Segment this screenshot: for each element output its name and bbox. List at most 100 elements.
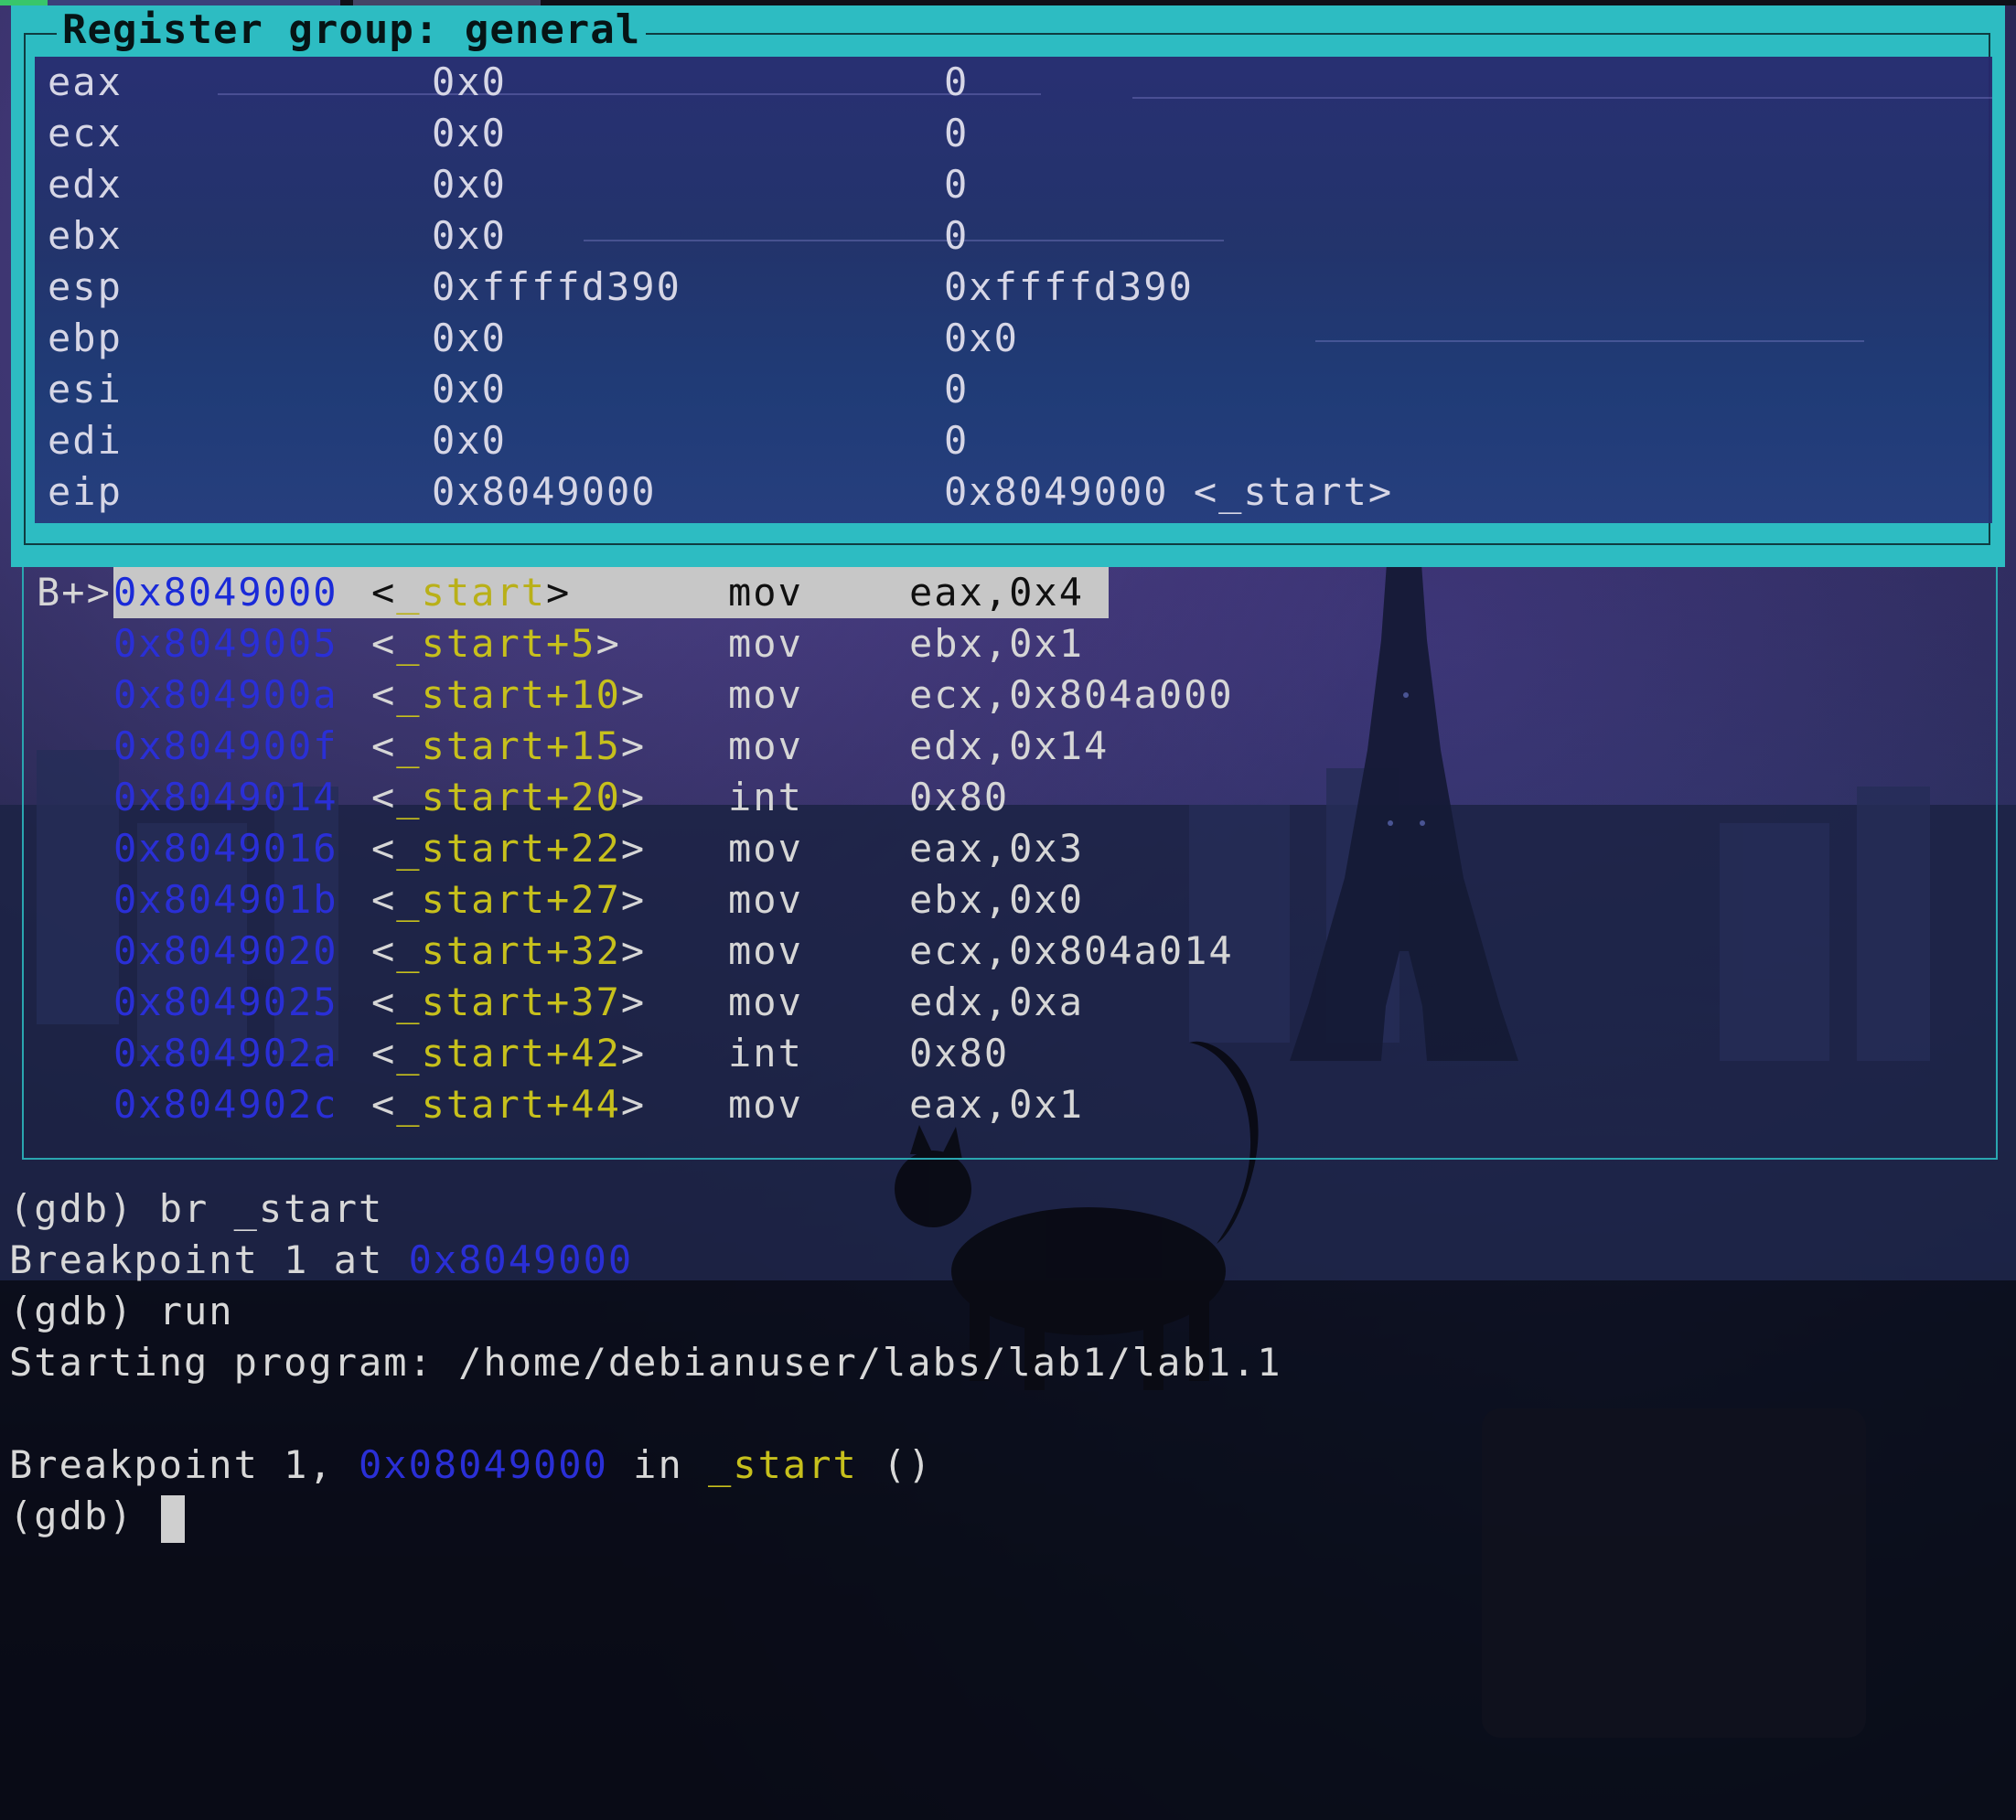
instruction-row[interactable]: 0x8049016 <_start+22> mov eax,0x3 xyxy=(24,823,1996,874)
angle-bracket: < xyxy=(371,672,397,717)
register-hex-value: 0x8049000 xyxy=(432,469,657,514)
assembly-window[interactable]: B+> 0x8049000 <_start> mov eax,0x4 0x8049005 <… xyxy=(22,567,1998,1160)
register-hex-value: 0x0 xyxy=(432,418,507,463)
instruction-address: 0x8049005 xyxy=(113,621,338,666)
instruction-row[interactable]: 0x8049025 <_start+37> mov edx,0xa xyxy=(24,977,1996,1028)
symbol-name: _start+37 xyxy=(396,980,621,1024)
instruction-operands: eax,0x3 xyxy=(909,826,1085,871)
register-row-eip: eip 0x8049000 0x8049000 <_start> xyxy=(35,466,1992,518)
console-text: in xyxy=(607,1442,709,1487)
angle-bracket: > xyxy=(620,928,647,973)
symbol-offset: <_start+42> xyxy=(371,1028,646,1079)
current-instruction-row[interactable]: B+> 0x8049000 <_start> mov eax,0x4 xyxy=(24,567,1996,618)
instruction-row[interactable]: 0x804900f <_start+15> mov edx,0x14 xyxy=(24,721,1996,772)
gdb-console[interactable]: (gdb) br _start Breakpoint 1 at 0x804900… xyxy=(0,1183,2016,1543)
instruction-address: 0x8049016 xyxy=(113,826,338,871)
register-row-esp: esp 0xffffd390 0xffffd390 xyxy=(35,262,1992,313)
instruction-address: 0x8049014 xyxy=(113,775,338,819)
angle-bracket: < xyxy=(371,826,397,871)
register-window: Register group: general eax 0x0 0 ecx 0x0 0 ed… xyxy=(11,5,2005,567)
register-name: edi xyxy=(48,418,123,463)
instruction-row[interactable]: 0x8049005 <_start+5> mov ebx,0x1 xyxy=(24,618,1996,669)
register-row-esi: esi 0x0 0 xyxy=(35,364,1992,415)
angle-bracket: < xyxy=(371,570,397,615)
instruction-address: 0x804901b xyxy=(113,877,338,922)
instruction-mnemonic: int xyxy=(728,1031,803,1076)
instruction-mnemonic: mov xyxy=(728,1082,803,1127)
console-text: Breakpoint 1, xyxy=(9,1442,359,1487)
symbol-offset: <_start+5> xyxy=(371,618,621,669)
angle-bracket: > xyxy=(546,570,572,615)
console-line: Breakpoint 1, 0x08049000 in _start () xyxy=(0,1440,2016,1491)
register-window-title: Register group: general xyxy=(57,9,647,51)
console-text: Starting program: /home/debianuser/labs/… xyxy=(9,1340,1282,1385)
register-name: ebx xyxy=(48,213,123,258)
angle-bracket: < xyxy=(371,775,397,819)
register-name: edx xyxy=(48,162,123,207)
symbol-name: _start+32 xyxy=(396,928,621,973)
instruction-address: 0x8049025 xyxy=(113,980,338,1024)
symbol-name: _start+5 xyxy=(396,621,596,666)
console-text: () xyxy=(857,1442,933,1487)
register-name: esi xyxy=(48,367,123,412)
register-list[interactable]: eax 0x0 0 ecx 0x0 0 edx 0x0 0 ebx 0x0 0 esp 0xffffd39… xyxy=(35,57,1992,523)
angle-bracket: > xyxy=(595,621,621,666)
gdb-prompt: (gdb) xyxy=(9,1493,159,1538)
register-row-edi: edi 0x0 0 xyxy=(35,415,1992,466)
instruction-row[interactable]: 0x804902c <_start+44> mov eax,0x1 xyxy=(24,1079,1996,1130)
register-natural-value: 0x8049000 <_start> xyxy=(944,469,1394,514)
instruction-mnemonic: mov xyxy=(728,928,803,973)
instruction-operands: 0x80 xyxy=(909,1031,1010,1076)
symbol-offset: <_start+27> xyxy=(371,874,646,926)
register-natural-value: 0 xyxy=(944,213,970,258)
register-natural-value: 0 xyxy=(944,367,970,412)
register-hex-value: 0x0 xyxy=(432,316,507,360)
instruction-mnemonic: mov xyxy=(728,980,803,1024)
angle-bracket: < xyxy=(371,928,397,973)
instruction-address: 0x804900f xyxy=(113,723,338,768)
symbol-offset: <_start+20> xyxy=(371,772,646,823)
register-name: esp xyxy=(48,264,123,309)
console-line: Starting program: /home/debianuser/labs/… xyxy=(0,1337,2016,1388)
console-prompt-line[interactable]: (gdb) xyxy=(0,1491,2016,1543)
angle-bracket: > xyxy=(620,723,647,768)
console-text: (gdb) run xyxy=(9,1289,234,1333)
instruction-operands: edx,0xa xyxy=(909,980,1085,1024)
register-row-eax: eax 0x0 0 xyxy=(35,57,1992,108)
register-natural-value: 0 xyxy=(944,59,970,104)
register-natural-value: 0 xyxy=(944,162,970,207)
instruction-address: 0x804902a xyxy=(113,1031,338,1076)
instruction-row[interactable]: 0x804900a <_start+10> mov ecx,0x804a000 xyxy=(24,669,1996,721)
instruction-operands: edx,0x14 xyxy=(909,723,1110,768)
instruction-address: 0x8049000 xyxy=(113,570,338,615)
symbol-name: _start xyxy=(396,570,547,615)
angle-bracket: < xyxy=(371,723,397,768)
instruction-row[interactable]: 0x804902a <_start+42> int 0x80 xyxy=(24,1028,1996,1079)
instruction-mnemonic: mov xyxy=(728,826,803,871)
instruction-row[interactable]: 0x804901b <_start+27> mov ebx,0x0 xyxy=(24,874,1996,926)
register-natural-value: 0xffffd390 xyxy=(944,264,1194,309)
instruction-row[interactable]: 0x8049020 <_start+32> mov ecx,0x804a014 xyxy=(24,926,1996,977)
stop-address: 0x08049000 xyxy=(359,1442,608,1487)
instruction-mnemonic: mov xyxy=(728,877,803,922)
instruction-mnemonic: mov xyxy=(728,723,803,768)
instruction-row[interactable]: 0x8049014 <_start+20> int 0x80 xyxy=(24,772,1996,823)
symbol-name: _start+10 xyxy=(396,672,621,717)
angle-bracket: > xyxy=(620,877,647,922)
breakpoint-marker[interactable]: B+> xyxy=(37,567,112,618)
console-line: Breakpoint 1 at 0x8049000 xyxy=(0,1235,2016,1286)
instruction-address: 0x804902c xyxy=(113,1082,338,1127)
symbol-name: _start+27 xyxy=(396,877,621,922)
instruction-operands: ebx,0x1 xyxy=(909,621,1085,666)
register-hex-value: 0xffffd390 xyxy=(432,264,681,309)
instruction-address: 0x8049020 xyxy=(113,928,338,973)
console-text: Breakpoint 1 at xyxy=(9,1237,409,1282)
register-name: eax xyxy=(48,59,123,104)
instruction-operands: ecx,0x804a014 xyxy=(909,928,1234,973)
angle-bracket: < xyxy=(371,621,397,666)
angle-bracket: < xyxy=(371,877,397,922)
text-cursor[interactable] xyxy=(160,1494,185,1543)
register-row-edx: edx 0x0 0 xyxy=(35,159,1992,210)
register-hex-value: 0x0 xyxy=(432,367,507,412)
